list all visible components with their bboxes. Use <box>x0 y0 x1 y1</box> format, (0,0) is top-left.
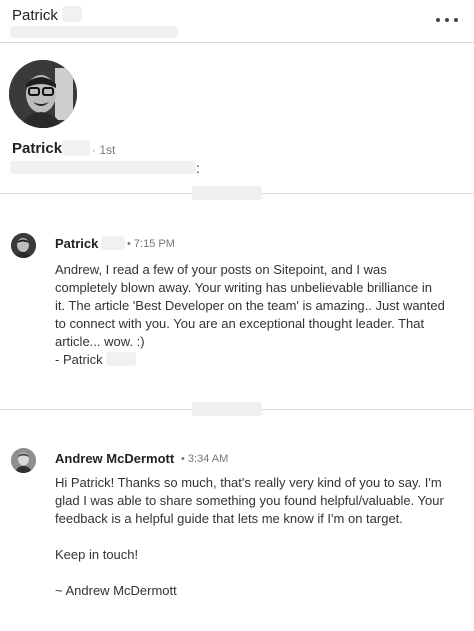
message-body: Hi Patrick! Thanks so much, that's reall… <box>55 474 465 600</box>
message-sender-name[interactable]: Patrick <box>55 236 98 251</box>
redacted-surname <box>101 236 125 250</box>
person-photo-icon <box>11 448 36 473</box>
redacted-date-label <box>192 402 262 416</box>
redacted-surname <box>62 140 90 156</box>
message-line: to connect with you. You are an exceptio… <box>55 316 425 331</box>
message-line: ~ Andrew McDermott <box>55 583 177 598</box>
message-line: article... wow. :) <box>55 334 145 349</box>
redacted-headline <box>10 161 196 174</box>
message-line <box>55 528 465 546</box>
message-line: feedback is a helpful guide that lets me… <box>55 511 403 526</box>
more-dot-icon <box>445 18 449 22</box>
message-sender-name[interactable]: Andrew McDermott <box>55 451 174 466</box>
connection-degree: · 1st <box>92 143 116 157</box>
redacted-date-label <box>192 186 262 200</box>
person-photo-icon <box>11 233 36 258</box>
redacted-signature-surname <box>106 352 136 366</box>
message-timestamp: • 3:34 AM <box>181 453 229 465</box>
sender-avatar[interactable] <box>11 448 36 473</box>
profile-avatar[interactable] <box>9 60 77 128</box>
message-line: Hi Patrick! Thanks so much, that's reall… <box>55 475 442 490</box>
headline-suffix: : <box>196 160 200 176</box>
message-line: Andrew, I read a few of your posts on Si… <box>55 262 387 277</box>
redacted-surname <box>62 6 82 22</box>
conversation-header: Patrick <box>0 0 474 43</box>
profile-name[interactable]: Patrick <box>12 140 62 157</box>
message-line: glad I was able to share something you f… <box>55 493 444 508</box>
sender-avatar[interactable] <box>11 233 36 258</box>
message-line: completely blown away. Your writing has … <box>55 280 432 295</box>
message-timestamp: • 7:15 PM <box>127 238 175 250</box>
person-photo-icon <box>9 60 77 128</box>
redacted-headline <box>10 26 178 38</box>
more-options-button[interactable] <box>436 12 460 26</box>
message-line <box>55 564 465 582</box>
more-dot-icon <box>454 18 458 22</box>
more-dot-icon <box>436 18 440 22</box>
message-line: it. The article 'Best Developer on the t… <box>55 298 445 313</box>
message-line: Keep in touch! <box>55 547 139 562</box>
header-contact-name[interactable]: Patrick <box>12 7 58 24</box>
